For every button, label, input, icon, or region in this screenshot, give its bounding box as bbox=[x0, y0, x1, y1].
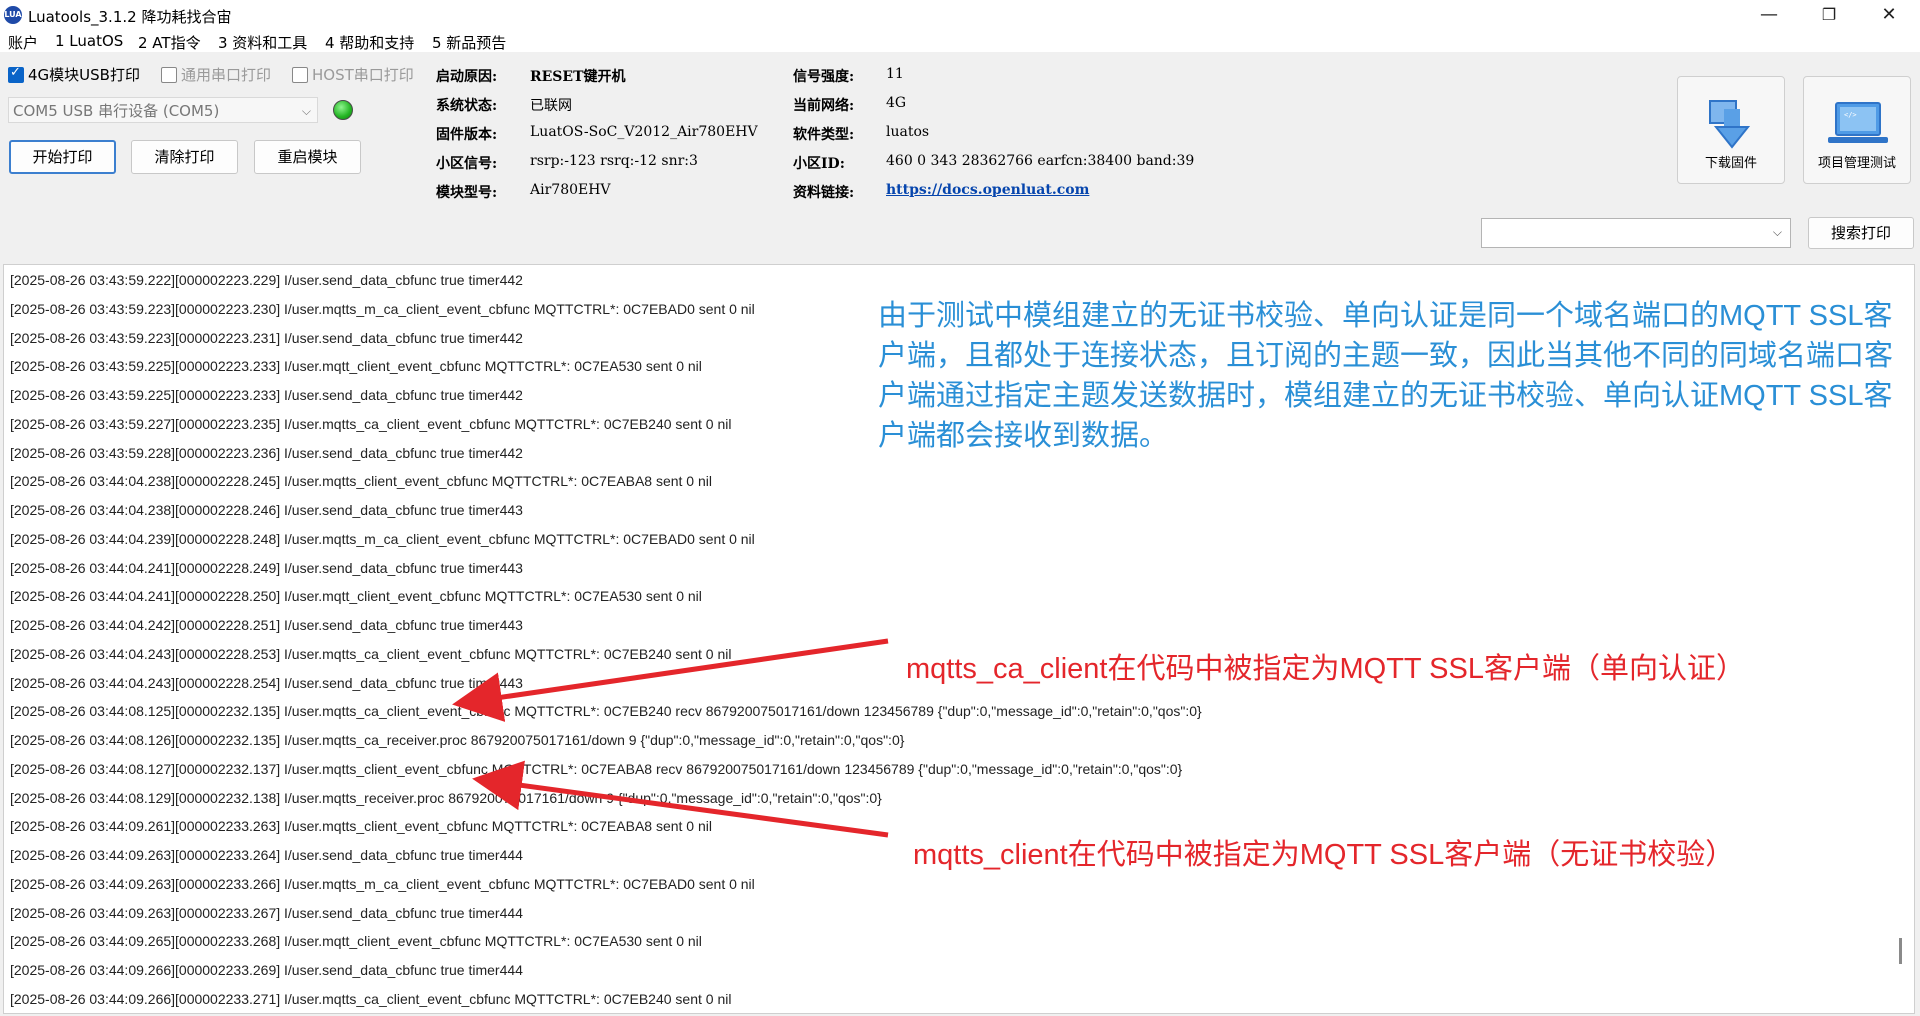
arrow-to-client-line bbox=[472, 760, 889, 838]
arrow-to-ca-client-line bbox=[452, 638, 889, 722]
annotation-arrows bbox=[452, 638, 889, 838]
